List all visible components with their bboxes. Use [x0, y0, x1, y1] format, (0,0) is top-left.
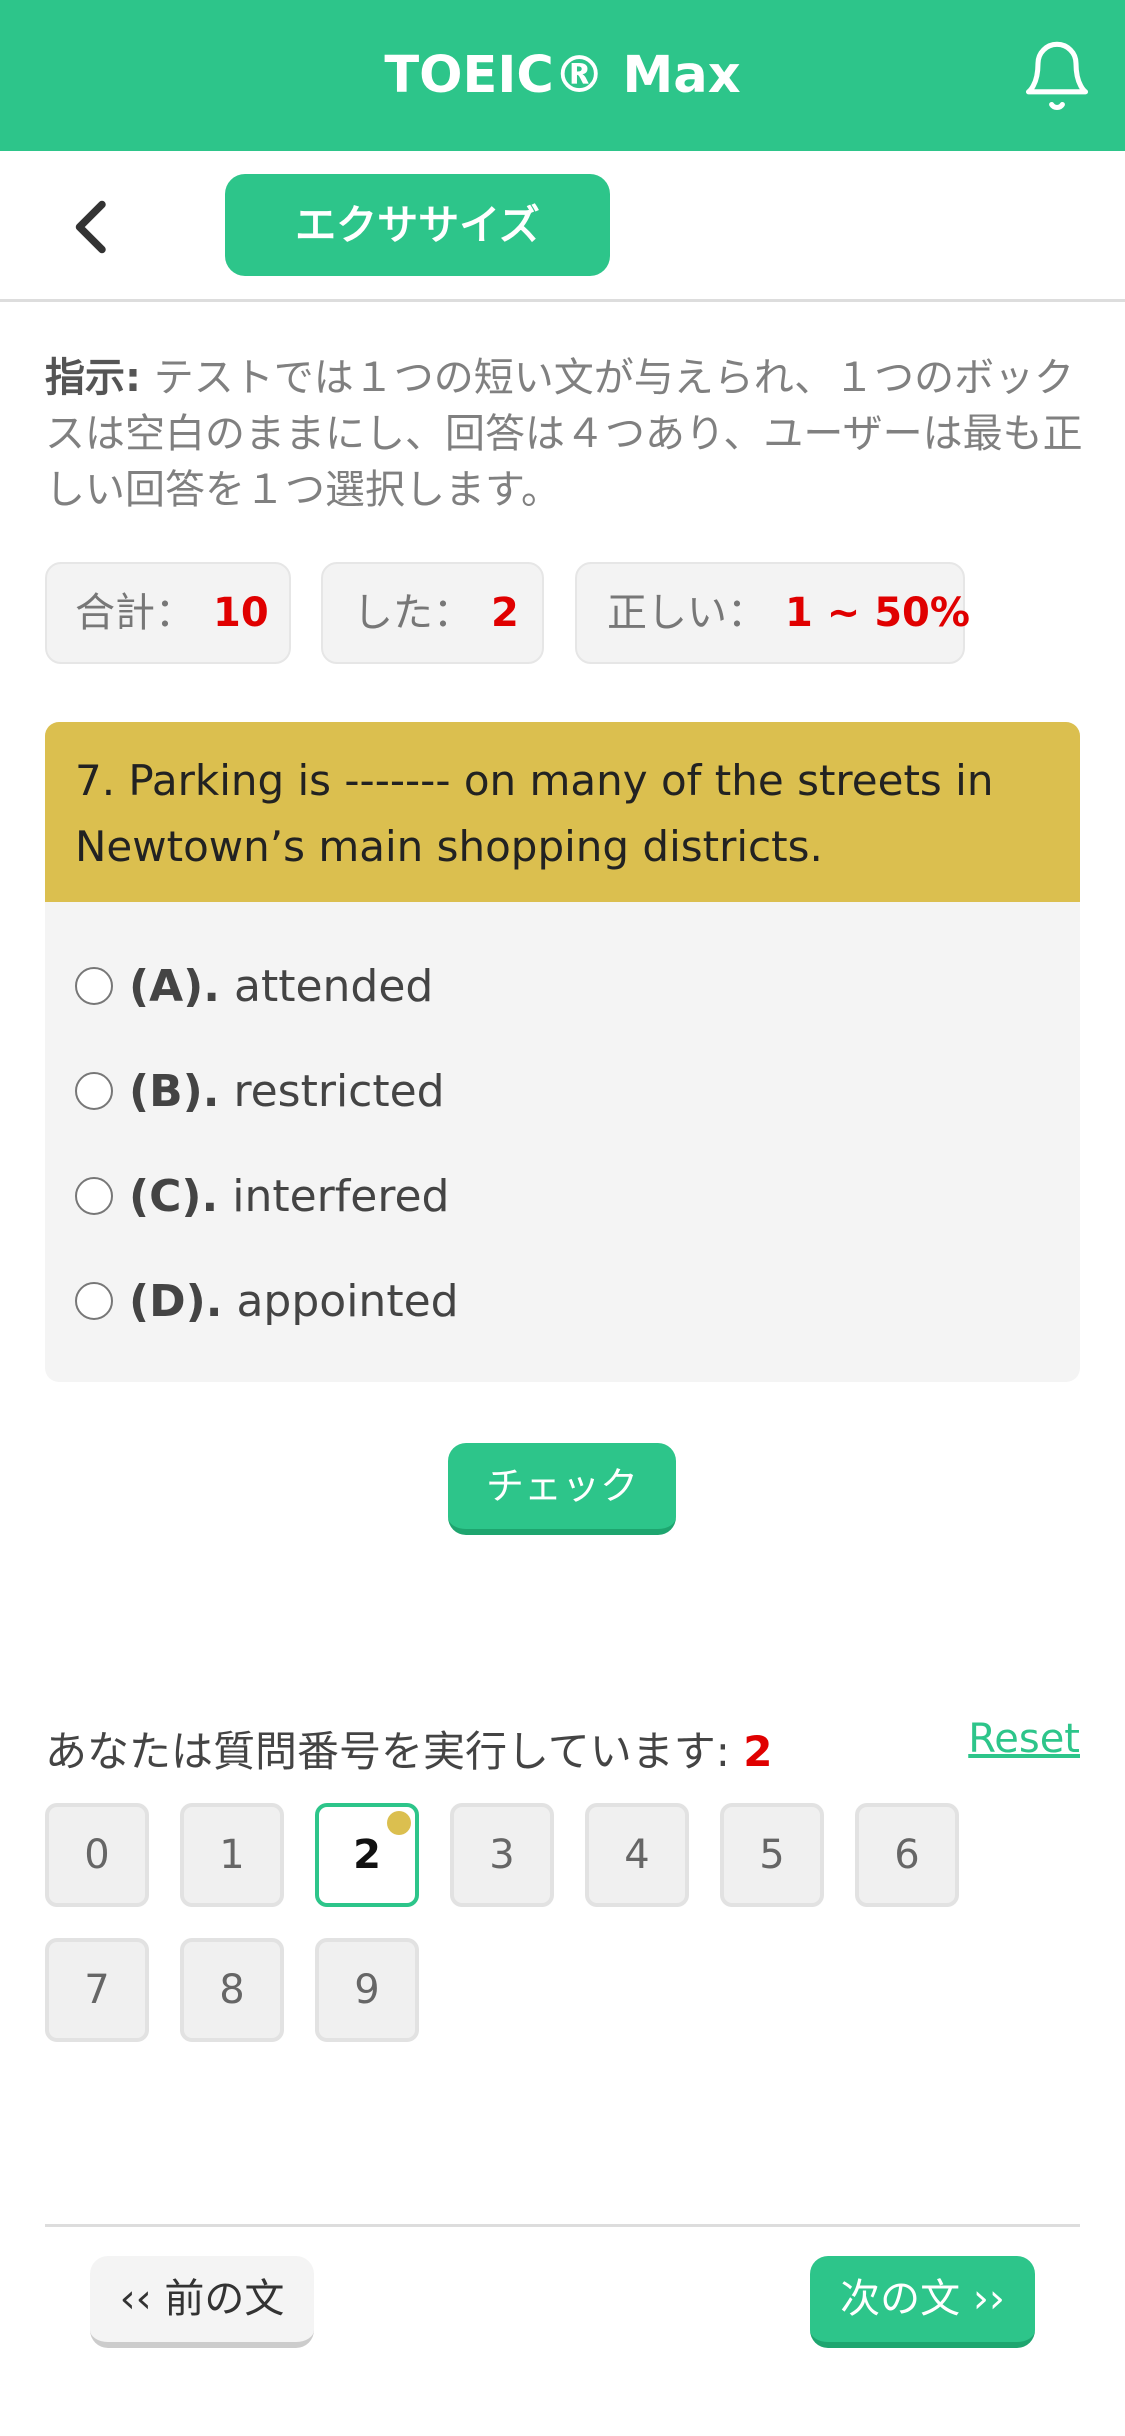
- app-bar: TOEIC® Max: [0, 0, 1125, 151]
- option-c[interactable]: (C). interfered: [75, 1156, 449, 1236]
- question-number-2-label: 2: [353, 1832, 381, 1878]
- radio-d[interactable]: [75, 1282, 113, 1320]
- question-number-9[interactable]: 9: [315, 1938, 419, 2042]
- question-number-0[interactable]: 0: [45, 1803, 149, 1907]
- option-d-label: (D).: [129, 1275, 223, 1327]
- reset-link[interactable]: Reset: [968, 1716, 1080, 1762]
- option-b-label: (B).: [129, 1065, 220, 1117]
- question-number-1[interactable]: 1: [180, 1803, 284, 1907]
- stat-total-label: 合計：: [75, 590, 195, 636]
- radio-c[interactable]: [75, 1177, 113, 1215]
- question-number-7[interactable]: 7: [45, 1938, 149, 2042]
- question-number-6[interactable]: 6: [855, 1803, 959, 1907]
- app-title: TOEIC® Max: [384, 46, 741, 105]
- divider: [45, 2224, 1080, 2227]
- stat-correct: 正しい： 1 ~ 50%: [575, 562, 970, 664]
- stat-done-value: 2: [491, 590, 519, 636]
- option-b-text: restricted: [233, 1065, 445, 1117]
- question-card: 7. Parking is ------- on many of the str…: [45, 722, 1080, 1382]
- instruction-label: 指示:: [45, 355, 141, 401]
- radio-b[interactable]: [75, 1072, 113, 1110]
- radio-a[interactable]: [75, 967, 113, 1005]
- option-d-text: appointed: [236, 1275, 459, 1327]
- question-number-5[interactable]: 5: [720, 1803, 824, 1907]
- stat-total: 合計： 10: [45, 562, 291, 664]
- option-c-text: interfered: [232, 1170, 450, 1222]
- instruction-body: テストでは１つの短い文が与えられ、１つのボックスは空白のままにし、回答は４つあり…: [45, 355, 1083, 513]
- running-label: あなたは質問番号を実行しています:: [45, 1727, 730, 1776]
- option-a-text: attended: [234, 960, 434, 1012]
- check-button[interactable]: チェック: [448, 1443, 676, 1535]
- chevron-left-icon[interactable]: [62, 197, 122, 257]
- question-number-4[interactable]: 4: [585, 1803, 689, 1907]
- option-c-label: (C).: [129, 1170, 219, 1222]
- running-question-text: あなたは質問番号を実行しています: 2: [45, 1718, 773, 1779]
- stat-correct-value: 1 ~ 50%: [785, 590, 970, 636]
- instruction-text: 指示: テストでは１つの短い文が与えられ、１つのボックスは空白のままにし、回答は…: [45, 350, 1085, 518]
- answered-dot-icon: [387, 1811, 411, 1835]
- next-sentence-button[interactable]: 次の文 ››: [810, 2256, 1035, 2348]
- current-question-number: 2: [743, 1727, 773, 1776]
- question-number-8[interactable]: 8: [180, 1938, 284, 2042]
- bell-icon[interactable]: [1019, 38, 1095, 114]
- question-text: 7. Parking is ------- on many of the str…: [45, 722, 1080, 902]
- sub-nav-bar: エクササイズ: [0, 151, 1125, 302]
- question-number-2[interactable]: 2: [315, 1803, 419, 1907]
- option-a-label: (A).: [129, 960, 220, 1012]
- stat-done: した： 2: [321, 562, 544, 664]
- option-a[interactable]: (A). attended: [75, 946, 433, 1026]
- question-number-3[interactable]: 3: [450, 1803, 554, 1907]
- previous-sentence-button[interactable]: ‹‹ 前の文: [90, 2256, 314, 2348]
- option-b[interactable]: (B). restricted: [75, 1051, 445, 1131]
- tab-exercise[interactable]: エクササイズ: [225, 174, 610, 276]
- stat-correct-label: 正しい：: [607, 590, 767, 636]
- stat-total-value: 10: [213, 590, 269, 636]
- option-d[interactable]: (D). appointed: [75, 1261, 459, 1341]
- stat-done-label: した：: [353, 590, 473, 636]
